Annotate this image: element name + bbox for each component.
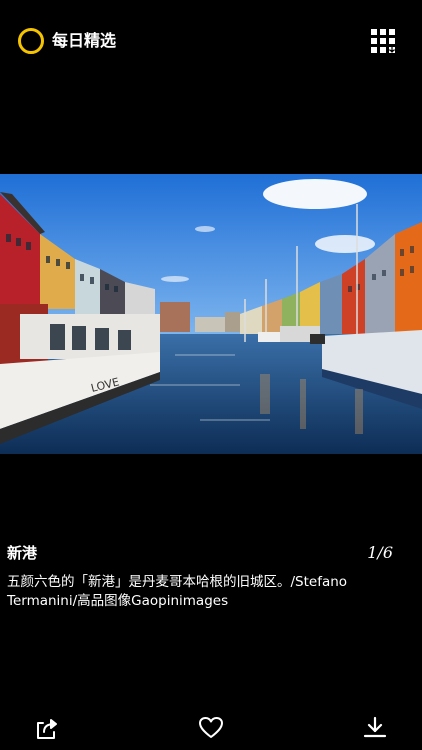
photo-title: 新港 [7,544,38,562]
featured-photo[interactable]: LOVE [0,174,422,454]
page-counter: 1/6 [367,543,393,562]
grid-icon[interactable] [370,28,396,54]
heart-icon[interactable] [198,715,224,741]
photo-description: 五颜六色的「新港」是丹麦哥本哈根的旧城区。/Stefano Termanini/… [7,574,348,609]
top-bar: 每日精选 [0,0,422,80]
share-icon[interactable] [34,715,60,741]
app-title: 每日精选 [52,31,117,50]
circle-ring-icon [18,28,44,54]
bottom-toolbar [0,705,422,750]
download-icon[interactable] [362,715,388,741]
